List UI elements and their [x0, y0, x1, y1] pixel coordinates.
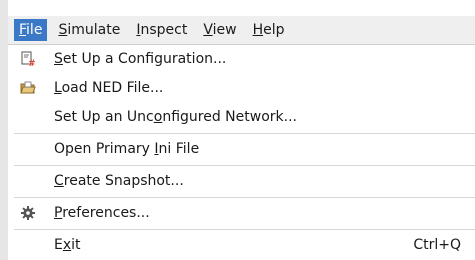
menu-item-label: Set Up an Unconfigured Network... [54, 109, 297, 125]
mnemonic-char: S [58, 22, 68, 38]
menu-item-load-ned-file[interactable]: Load NED File... [8, 74, 475, 103]
menu-item-label: Exit [54, 237, 81, 253]
file-menu-dropdown: # Set Up a Configuration... Load NED Fil… [8, 44, 475, 260]
menu-view[interactable]: View [198, 19, 241, 41]
menu-item-preferences[interactable]: Preferences... [8, 199, 475, 228]
menu-item-label: Load NED File... [54, 80, 164, 96]
menu-help[interactable]: Help [248, 19, 290, 41]
mnemonic-char: F [19, 22, 27, 38]
menu-item-set-up-unconfigured-network[interactable]: Set Up an Unconfigured Network... [8, 103, 475, 132]
menu-separator [14, 165, 475, 166]
menu-separator [14, 229, 475, 230]
menu-item-open-primary-ini-file[interactable]: Open Primary Ini File [8, 135, 475, 164]
mnemonic-char: P [54, 205, 63, 221]
menu-simulate[interactable]: Simulate [53, 19, 125, 41]
menu-item-create-snapshot[interactable]: Create Snapshot... [8, 167, 475, 196]
menu-separator [14, 133, 475, 134]
mnemonic-char: L [54, 80, 62, 96]
configuration-icon: # [20, 51, 36, 67]
menu-item-exit[interactable]: Exit Ctrl+Q [8, 231, 475, 260]
menu-inspect[interactable]: Inspect [131, 19, 192, 41]
menu-item-label: Open Primary Ini File [54, 141, 200, 157]
svg-text:#: # [28, 59, 36, 67]
menu-item-label: Preferences... [54, 205, 150, 221]
menu-item-set-up-configuration[interactable]: # Set Up a Configuration... [8, 45, 475, 74]
application-window: File Simulate Inspect View Help # Set Up… [0, 0, 475, 260]
window-edge [0, 0, 8, 260]
gear-icon [20, 205, 36, 221]
mnemonic-char: S [54, 51, 63, 67]
menu-item-shortcut: Ctrl+Q [413, 237, 461, 253]
menubar: File Simulate Inspect View Help [8, 16, 475, 44]
mnemonic-char: C [54, 173, 64, 189]
mnemonic-char: I [136, 22, 141, 38]
mnemonic-char: o [153, 109, 163, 125]
menu-separator [14, 197, 475, 198]
mnemonic-char: H [252, 22, 264, 38]
folder-open-icon [20, 80, 36, 96]
mnemonic-char: I [154, 141, 159, 157]
menu-item-label: Set Up a Configuration... [54, 51, 227, 67]
mnemonic-char: V [203, 22, 213, 38]
menu-file[interactable]: File [14, 19, 48, 41]
menu-item-label: Create Snapshot... [54, 173, 184, 189]
mnemonic-char: x [62, 237, 72, 253]
